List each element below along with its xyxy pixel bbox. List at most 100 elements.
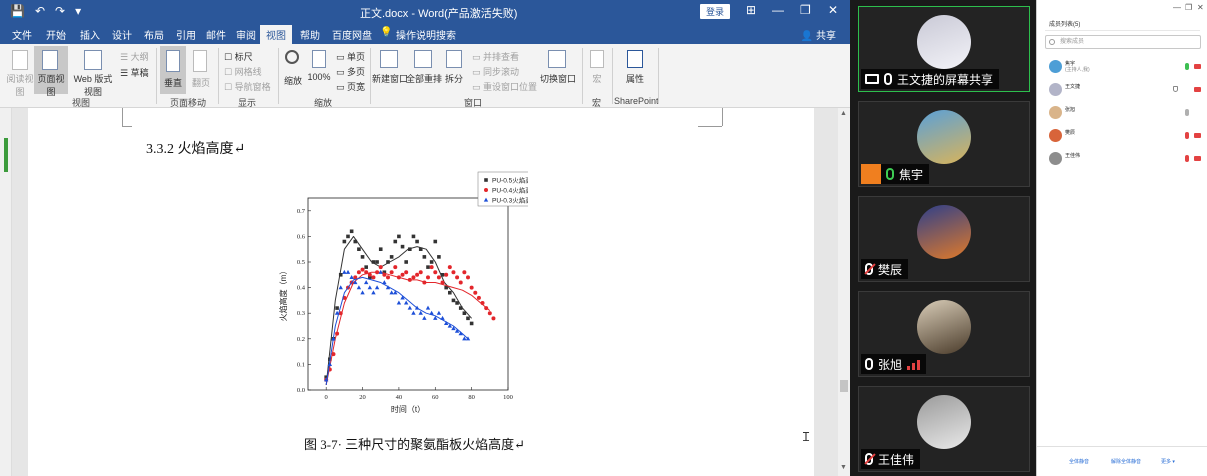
side-to-side-button[interactable]: 翻页 <box>190 76 212 89</box>
member-microphone-icon[interactable] <box>1185 132 1189 139</box>
read-mode-icon <box>12 50 28 70</box>
redo-icon[interactable]: ↷ <box>55 4 65 18</box>
tab-layout[interactable]: 布局 <box>144 27 164 42</box>
member-microphone-icon[interactable] <box>1185 63 1189 70</box>
zoom-100-button[interactable]: 100% <box>306 72 332 82</box>
view-side-by-side-button[interactable]: ▭ 并排查看 <box>472 50 519 63</box>
data-point-square <box>411 234 416 239</box>
panel-close-button[interactable]: ✕ <box>1197 3 1204 12</box>
x-axis-label: 时间（t） <box>391 404 425 414</box>
scroll-thumb[interactable] <box>840 380 848 392</box>
macros-button[interactable]: 宏 <box>588 72 606 85</box>
scroll-up-icon[interactable]: ▲ <box>840 110 847 117</box>
data-point-circle <box>491 316 496 321</box>
member-microphone-icon[interactable] <box>1185 155 1189 162</box>
title-bar: 💾 ↶ ↷ ▾ 正文.docx - Word(产品激活失败) 登录 ⊞ — ❐ … <box>0 0 850 24</box>
data-point-square <box>389 255 394 259</box>
undo-icon[interactable]: ↶ <box>35 4 45 18</box>
properties-button[interactable]: 属性 <box>624 72 646 85</box>
video-tile-screen-share[interactable]: 王文捷的屏幕共享 <box>858 6 1030 92</box>
microphone-icon <box>886 168 894 180</box>
search-icon <box>1049 39 1055 45</box>
zoom-100-icon <box>312 50 326 68</box>
multiple-pages-button[interactable]: ▭ 多页 <box>336 65 365 78</box>
ruler-checkbox[interactable]: ☐ 标尺 <box>224 50 253 63</box>
video-tile-zhangxu[interactable]: 张旭 <box>858 291 1030 377</box>
data-point-square <box>448 290 452 295</box>
signal-strength-icon <box>907 358 921 370</box>
maximize-button[interactable]: ❐ <box>800 3 811 17</box>
print-layout-button[interactable]: 页面视图 <box>34 72 68 98</box>
panel-maximize-button[interactable]: ❐ <box>1185 3 1192 12</box>
page-width-button[interactable]: ▭ 页宽 <box>336 80 365 93</box>
data-point-circle <box>433 270 438 275</box>
data-point-square <box>393 239 398 244</box>
video-tile-jiaoyu[interactable]: 焦宇 <box>858 101 1030 187</box>
member-search-input[interactable]: 搜索成员 <box>1045 35 1201 49</box>
tab-baidu-netdisk[interactable]: 百度网盘 <box>332 27 372 42</box>
data-point-square <box>342 239 347 244</box>
ribbon-display-icon[interactable]: ⊞ <box>746 3 756 17</box>
member-row[interactable]: 张旭 <box>1037 104 1207 126</box>
tab-file[interactable]: 文件 <box>12 27 32 42</box>
tab-review[interactable]: 审阅 <box>236 27 256 42</box>
word-window: 💾 ↶ ↷ ▾ 正文.docx - Word(产品激活失败) 登录 ⊞ — ❐ … <box>0 0 850 476</box>
member-camera-icon[interactable] <box>1194 156 1201 161</box>
member-microphone-icon[interactable] <box>1185 109 1189 116</box>
member-camera-icon[interactable] <box>1194 133 1201 138</box>
member-row[interactable]: 焦宇 (主持人,我) <box>1037 58 1207 80</box>
tab-help[interactable]: 帮助 <box>300 27 320 42</box>
tab-design[interactable]: 设计 <box>112 27 132 42</box>
gridlines-checkbox[interactable]: ☐ 网格线 <box>224 65 262 78</box>
video-tile-fanchen[interactable]: 樊辰 <box>858 196 1030 282</box>
panel-minimize-button[interactable]: — <box>1173 3 1181 12</box>
split-button[interactable]: 拆分 <box>442 72 466 85</box>
legend-label: PU-0.5火焰高度 <box>492 176 528 185</box>
minimize-button[interactable]: — <box>772 3 784 17</box>
sync-scroll-button[interactable]: ▭ 同步滚动 <box>472 65 519 78</box>
login-button[interactable]: 登录 <box>700 4 731 19</box>
vertical-button[interactable]: 垂直 <box>162 76 184 89</box>
switch-windows-button[interactable]: 切换窗口 <box>538 72 578 85</box>
search-placeholder: 搜索成员 <box>1060 39 1085 45</box>
new-window-button[interactable]: 新建窗口 <box>372 72 408 85</box>
member-row[interactable]: 樊辰 <box>1037 127 1207 149</box>
member-camera-icon[interactable] <box>1194 64 1201 69</box>
tab-references[interactable]: 引用 <box>176 27 196 42</box>
draft-button[interactable]: ☰ 草稿 <box>120 66 149 79</box>
tab-home[interactable]: 开始 <box>46 27 66 42</box>
close-button[interactable]: ✕ <box>828 3 838 17</box>
share-button[interactable]: 👤 共享 <box>801 27 836 42</box>
tab-view[interactable]: 视图 <box>260 25 292 46</box>
tab-mailings[interactable]: 邮件 <box>206 27 226 42</box>
member-row[interactable]: 王文捷 <box>1037 81 1207 103</box>
ribbon-separator <box>612 48 613 104</box>
one-page-button[interactable]: ▭ 单页 <box>336 50 365 63</box>
navigation-pane-checkbox[interactable]: ☐ 导航窗格 <box>224 80 271 93</box>
more-button[interactable]: 更多 ▾ <box>1161 458 1175 465</box>
mute-all-button[interactable]: 全体静音 <box>1069 458 1089 465</box>
zoom-button[interactable]: 缩放 <box>282 74 304 87</box>
member-row[interactable]: 王佳伟 <box>1037 150 1207 172</box>
data-point-circle <box>393 265 398 270</box>
read-mode-button[interactable]: 阅读视图 <box>6 72 34 98</box>
tab-insert[interactable]: 插入 <box>80 27 100 42</box>
web-layout-button[interactable]: Web 版式视图 <box>70 72 116 98</box>
member-camera-icon[interactable] <box>1194 87 1201 92</box>
tell-me-search[interactable]: 操作说明搜索 <box>396 27 456 42</box>
save-icon[interactable]: 💾 <box>10 4 25 18</box>
plot-frame <box>307 197 509 391</box>
video-tile-wangjiawei[interactable]: 王佳伟 <box>858 386 1030 472</box>
reset-window-position-button[interactable]: ▭ 重设窗口位置 <box>472 80 537 93</box>
scroll-down-icon[interactable]: ▼ <box>840 464 847 471</box>
tile-name-bar: 焦宇 <box>861 164 930 184</box>
tile-name: 樊辰 <box>878 262 903 277</box>
unmute-all-button[interactable]: 解除全体静音 <box>1111 458 1141 465</box>
vertical-scrollbar[interactable]: ▲ ▼ <box>838 108 850 476</box>
outline-button[interactable]: ☰ 大纲 <box>120 50 149 63</box>
data-point-square <box>357 247 361 251</box>
customize-qat-icon[interactable]: ▾ <box>75 4 81 18</box>
arrange-all-button[interactable]: 全部重排 <box>406 72 442 85</box>
y-tick-label: 0.1 <box>297 361 305 368</box>
data-point-square <box>346 234 350 239</box>
